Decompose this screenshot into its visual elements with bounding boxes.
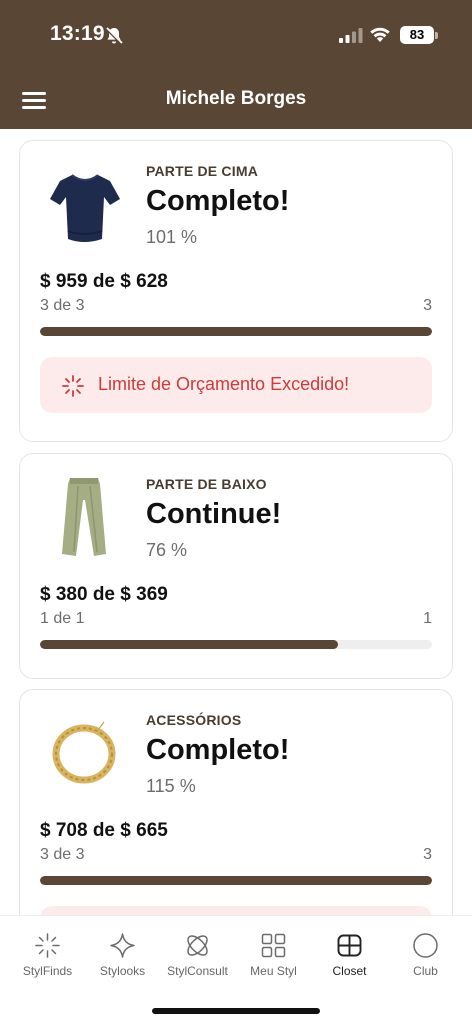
navy-tshirt-image — [50, 174, 120, 242]
status-bar: 13:19 83 — [0, 0, 472, 70]
card-status: Completo! — [146, 734, 290, 766]
budget-card-bottoms[interactable]: PARTE DE BAIXO Continue! 76 % $ 380 de $… — [19, 453, 453, 679]
tab-stylconsult[interactable]: StylConsult — [160, 916, 235, 986]
tab-label: Closet — [332, 964, 367, 978]
card-amount: $ 380 de $ 369 — [40, 584, 168, 605]
card-item-count: 3 de 3 — [40, 297, 85, 314]
tab-label: Meu Styl — [250, 964, 297, 978]
tab-label: StylFinds — [22, 964, 73, 978]
gold-necklace-image — [52, 721, 116, 784]
star-icon — [110, 933, 135, 958]
card-item-count: 1 de 1 — [40, 610, 85, 627]
card-amount: $ 708 de $ 665 — [40, 820, 168, 841]
progress-bar-fill — [40, 327, 432, 336]
card-item-total: 3 — [423, 297, 432, 314]
card-category: PARTE DE BAIXO — [146, 476, 267, 492]
progress-bar-fill — [40, 640, 338, 649]
alert-message: Limite de Orçamento Excedido! — [98, 374, 350, 394]
card-category: ACESSÓRIOS — [146, 712, 242, 728]
card-amount: $ 959 de $ 628 — [40, 271, 168, 292]
circle-icon — [413, 933, 438, 958]
orbit-icon — [187, 935, 208, 956]
card-status: Continue! — [146, 498, 282, 530]
cell-signal-icon — [339, 28, 363, 43]
card-percent: 76 % — [146, 540, 188, 560]
progress-bar-fill — [40, 876, 432, 885]
card-status: Completo! — [146, 185, 290, 217]
card-item-total: 1 — [423, 610, 432, 627]
tab-stylfinds[interactable]: StylFinds — [10, 916, 85, 986]
green-trousers-image — [62, 478, 106, 556]
bell-muted-icon — [105, 27, 123, 45]
progress-bar — [40, 876, 432, 885]
grid-icon — [261, 933, 286, 958]
tab-club[interactable]: Club — [388, 916, 463, 986]
budget-card-tops[interactable]: PARTE DE CIMA Completo! 101 % $ 959 de $… — [19, 140, 453, 442]
status-time: 13:19 — [50, 22, 105, 45]
tab-closet[interactable]: Closet — [312, 916, 387, 986]
progress-bar — [40, 327, 432, 336]
closet-icon — [337, 934, 362, 957]
tab-stylooks[interactable]: Stylooks — [85, 916, 160, 986]
card-percent: 115 % — [146, 776, 196, 796]
battery-indicator: 83 — [400, 26, 434, 44]
tab-meu-styl[interactable]: Meu Styl — [236, 916, 311, 986]
budget-card-accessories[interactable]: ACESSÓRIOS Completo! 115 % $ 708 de $ 66… — [19, 689, 453, 916]
card-item-count: 3 de 3 — [40, 846, 85, 863]
card-category: PARTE DE CIMA — [146, 163, 259, 179]
budget-list[interactable]: PARTE DE CIMA Completo! 101 % $ 959 de $… — [0, 129, 472, 916]
progress-bar — [40, 640, 432, 649]
wifi-icon — [370, 27, 390, 42]
budget-exceeded-alert: Limite de Orçamento Excedido! — [40, 357, 432, 413]
tab-label: Club — [413, 964, 438, 978]
tab-label: StylConsult — [167, 964, 228, 978]
tab-label: Stylooks — [99, 964, 146, 978]
battery-tip — [435, 32, 438, 39]
page-title: Michele Borges — [165, 88, 307, 109]
card-percent: 101 % — [146, 227, 198, 247]
card-item-total: 3 — [423, 846, 432, 863]
spinner-alert-icon — [62, 375, 84, 397]
app-header: 13:19 83 Michele Borges — [0, 0, 472, 129]
sparkle-icon — [35, 933, 60, 958]
home-indicator — [152, 1008, 320, 1014]
